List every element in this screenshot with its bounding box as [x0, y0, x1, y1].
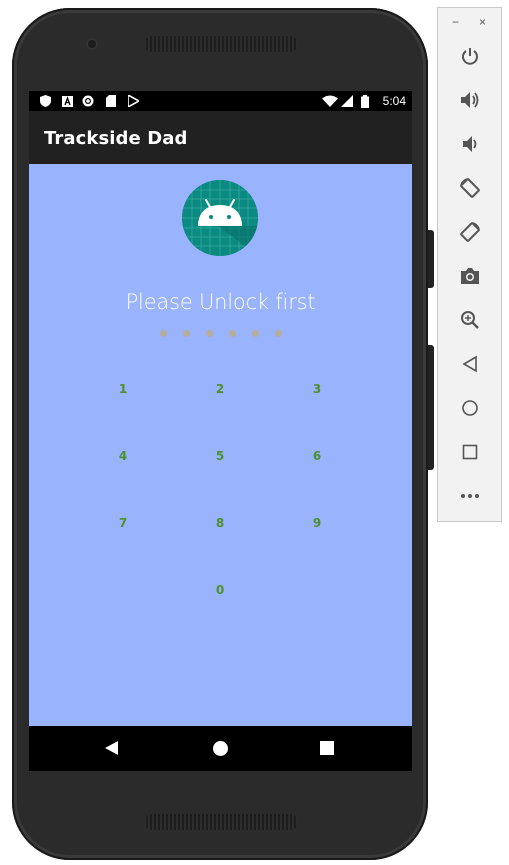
back-icon[interactable] [458, 352, 482, 376]
lock-screen-content: Please Unlock first 1 2 3 4 5 6 7 8 9 0 [29, 164, 412, 726]
key-1[interactable]: 1 [93, 369, 153, 409]
rotate-right-icon[interactable] [458, 220, 482, 244]
key-0[interactable]: 0 [190, 570, 250, 610]
top-speaker-grille [144, 36, 298, 52]
wifi-icon [322, 95, 338, 107]
pin-dot [183, 330, 190, 337]
app-bar: Trackside Dad [29, 111, 412, 164]
overview-icon[interactable] [458, 440, 482, 464]
more-icon[interactable] [458, 484, 482, 508]
android-app-icon [182, 180, 258, 256]
play-store-icon [127, 95, 139, 107]
key-2[interactable]: 2 [190, 369, 250, 409]
recents-icon[interactable] [320, 741, 334, 755]
bottom-speaker-grille [144, 814, 298, 830]
volume-down-icon[interactable] [458, 132, 482, 156]
unlock-prompt: Please Unlock first [125, 290, 316, 314]
close-button[interactable]: × [479, 16, 486, 28]
a-icon [61, 95, 73, 107]
device-screen: 5:04 Trackside Dad Please Unlock first 1… [29, 91, 412, 771]
home-icon[interactable] [213, 741, 228, 756]
home-icon[interactable] [458, 396, 482, 420]
pin-dot [252, 330, 259, 337]
pin-dot [275, 330, 282, 337]
key-6[interactable]: 6 [287, 436, 347, 476]
sd-card-icon [105, 95, 117, 107]
shield-icon [39, 95, 51, 107]
key-7[interactable]: 7 [93, 503, 153, 543]
key-3[interactable]: 3 [287, 369, 347, 409]
key-4[interactable]: 4 [93, 436, 153, 476]
status-time: 5:04 [382, 94, 406, 108]
pin-indicator [158, 330, 288, 340]
power-icon[interactable] [458, 44, 482, 68]
navigation-bar [29, 726, 412, 771]
status-bar: 5:04 [29, 91, 412, 111]
key-5[interactable]: 5 [190, 436, 250, 476]
pin-dot [160, 330, 167, 337]
app-title: Trackside Dad [44, 128, 188, 149]
volume-side-button [428, 230, 434, 288]
volume-up-icon[interactable] [458, 88, 482, 112]
power-side-button [428, 345, 434, 470]
zoom-icon[interactable] [458, 308, 482, 332]
key-8[interactable]: 8 [190, 503, 250, 543]
front-camera [86, 38, 98, 50]
rotate-left-icon[interactable] [458, 176, 482, 200]
signal-icon [341, 95, 353, 107]
emulator-toolbar: − × [437, 7, 502, 522]
battery-icon [361, 94, 369, 108]
pin-dot [229, 330, 236, 337]
key-9[interactable]: 9 [287, 503, 347, 543]
back-icon[interactable] [105, 741, 118, 755]
pin-dot [206, 330, 213, 337]
camera-icon[interactable] [458, 264, 482, 288]
minimize-button[interactable]: − [452, 16, 459, 28]
circle-icon [82, 95, 94, 107]
emulator-stage: 5:04 Trackside Dad Please Unlock first 1… [0, 0, 509, 865]
